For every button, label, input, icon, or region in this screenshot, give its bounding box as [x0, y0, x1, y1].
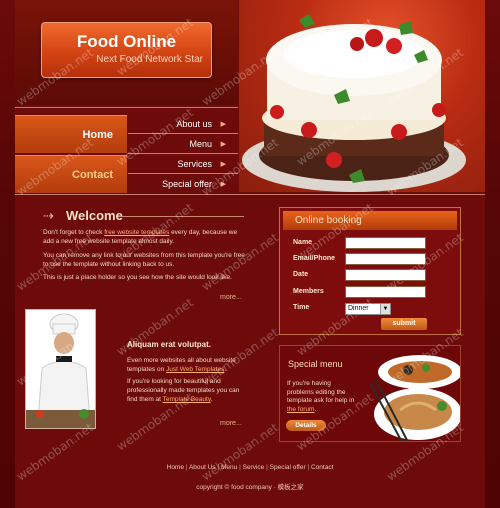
chevron-down-icon: ▼ — [380, 304, 390, 314]
just-web-templates-link[interactable]: Just Web Templates — [166, 366, 224, 373]
booking-title: Online booking — [295, 215, 362, 226]
special-text: . — [314, 405, 317, 413]
chef-text: . — [224, 366, 227, 373]
header-divider — [15, 107, 238, 108]
chef-more-link[interactable]: more... — [220, 420, 242, 427]
nav-home-button[interactable]: Home — [15, 115, 127, 153]
email-phone-label: Email/Phone — [293, 255, 336, 262]
chef-photo — [25, 309, 96, 429]
forum-link[interactable]: the forum — [287, 406, 314, 413]
welcome-paragraph-1: Don't forget to check free website templ… — [43, 228, 248, 246]
chef-paragraph-1: Even more websites all about website tem… — [127, 356, 249, 374]
nav-item-label: Services — [177, 159, 212, 169]
submit-button[interactable]: submit — [381, 318, 427, 330]
email-phone-input[interactable] — [345, 253, 426, 265]
nav-item-services[interactable]: Services ▶ — [128, 155, 238, 174]
details-button[interactable]: Details — [286, 420, 326, 431]
nav-item-about-us[interactable]: About us ▶ — [128, 115, 238, 134]
footer-link-menu[interactable]: Menu — [221, 464, 237, 471]
cake-photo — [239, 0, 485, 192]
chef-illustration — [26, 310, 95, 428]
online-booking-panel: Online booking Name Email/Phone Date Mem… — [279, 207, 461, 335]
members-input[interactable] — [345, 286, 426, 298]
nav-item-special-offer[interactable]: Special offer ▶ — [128, 175, 238, 194]
special-menu-panel: Special menu If you're having problems e… — [279, 345, 461, 442]
welcome-more-link[interactable]: more... — [220, 294, 242, 301]
arrow-right-icon: ▶ — [220, 181, 226, 188]
name-label: Name — [293, 239, 313, 246]
logo-title: Food Online — [76, 32, 177, 51]
welcome-paragraph-3: This is just a place holder so you see h… — [43, 274, 232, 281]
nav-item-label: About us — [176, 119, 212, 129]
special-text: If you're having problems editing the te… — [287, 380, 355, 404]
nav-item-label: Special offer — [162, 179, 212, 189]
main-nav: Home Contact — [15, 115, 127, 193]
chef-text: . — [210, 396, 213, 403]
members-label: Members — [293, 288, 324, 295]
footer-link-special-offer[interactable]: Special offer — [270, 464, 306, 471]
welcome-text: Don't forget to check — [43, 229, 105, 236]
time-select-value: Dinner — [348, 305, 369, 312]
date-label: Date — [293, 271, 309, 278]
arrow-right-icon: ▶ — [220, 161, 226, 168]
welcome-underline — [121, 216, 244, 217]
nav-divider — [15, 194, 485, 195]
logo-subtitle: Next Food Network Star — [96, 54, 203, 65]
welcome-title: Welcome — [66, 208, 123, 223]
chef-paragraph-2: If you're looking for beautiful and prof… — [127, 377, 249, 404]
footer-link-contact[interactable]: Contact — [311, 464, 333, 471]
welcome-paragraph-2: You can remove any link to our websites … — [43, 252, 245, 268]
special-menu-text: If you're having problems editing the te… — [287, 380, 359, 414]
date-input[interactable] — [345, 269, 426, 281]
footer-link-home[interactable]: Home — [167, 464, 184, 471]
name-input[interactable] — [345, 237, 426, 249]
footer-link-service[interactable]: Service — [243, 464, 265, 471]
template-beauty-link[interactable]: Template Beauty — [163, 396, 211, 403]
booking-header: Online booking — [283, 211, 457, 230]
page: Food Online Next Food Network Star Home … — [0, 0, 500, 508]
footer-link-about-us[interactable]: About Us — [189, 464, 216, 471]
dish-photo — [369, 355, 460, 441]
secondary-nav: About us ▶ Menu ▶ Services ▶ Special off… — [128, 115, 238, 193]
arrow-right-icon: ▶ — [220, 141, 226, 148]
nav-contact-button[interactable]: Contact — [15, 155, 127, 193]
double-arrow-icon: ⇢ — [43, 208, 54, 223]
nav-item-label: Menu — [189, 139, 212, 149]
copyright: copyright © food company · 模板之家 — [196, 484, 304, 491]
special-menu-title: Special menu — [288, 359, 343, 369]
aliquam-title: Aliquam erat volutpat. — [127, 340, 212, 349]
free-templates-link[interactable]: free website templates — [104, 229, 169, 236]
nav-item-menu[interactable]: Menu ▶ — [128, 135, 238, 154]
cake-illustration — [242, 14, 466, 192]
time-label: Time — [293, 304, 310, 311]
arrow-right-icon: ▶ — [220, 121, 226, 128]
logo[interactable]: Food Online Next Food Network Star — [41, 22, 212, 78]
footer-nav: Home | About Us | Menu | Service | Speci… — [166, 464, 334, 471]
time-select[interactable]: Dinner ▼ — [345, 303, 391, 315]
